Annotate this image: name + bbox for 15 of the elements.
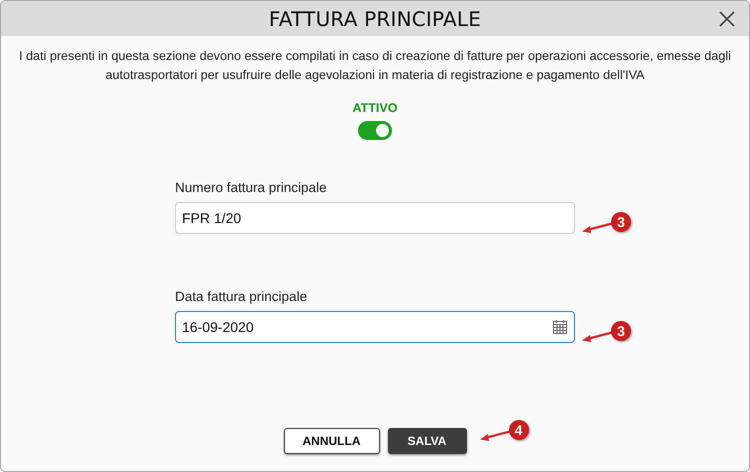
field-label: Data fattura principale [175, 289, 308, 304]
field-label: Numero fattura principale [175, 180, 328, 195]
toggle-switch[interactable] [358, 121, 392, 140]
callout-badge: 3 [611, 212, 631, 232]
description-text: I dati presenti in questa sezione devono essere compilati in caso di creazione di fatture per operazioni accessorie, emesse dagli autotrasportatori per usufruire delle agevolazioni in materia di registrazione e pagamento dell'IVA [18, 48, 732, 84]
callout-badge: 4 [508, 420, 528, 440]
window-title: FATTURA PRINCIPALE [268, 6, 482, 30]
save-button[interactable]: SALVA [388, 428, 466, 454]
date-field[interactable]: 16-09-2020 [175, 311, 575, 343]
callout-badge: 3 [611, 321, 631, 341]
toggle-label: ATTIVO [352, 101, 398, 115]
calendar-icon[interactable] [552, 319, 568, 335]
close-icon[interactable] [717, 9, 737, 29]
input-field[interactable]: FPR 1/20 [175, 202, 575, 234]
cancel-button[interactable]: ANNULLA [284, 428, 380, 454]
